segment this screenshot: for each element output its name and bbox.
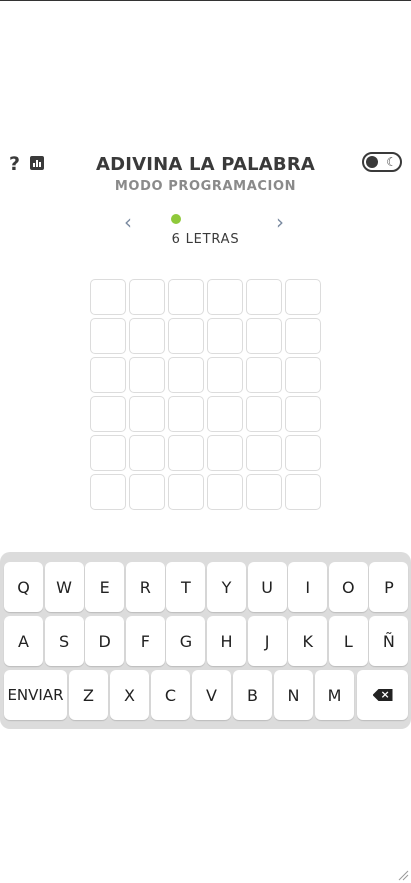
board-tile [90,318,126,354]
word-length-nav: ‹ › 6 LETRAS [0,208,411,248]
key-a[interactable]: A [4,616,43,666]
board-tile [246,396,282,432]
key-p[interactable]: P [369,562,409,612]
game-board [90,279,321,510]
board-tile [207,279,243,315]
key-n[interactable]: N [274,670,313,720]
board-tile [168,318,204,354]
board-tile [129,318,165,354]
theme-toggle[interactable]: ☾ [362,152,402,172]
prev-chevron-icon[interactable]: ‹ [124,210,132,234]
key-q[interactable]: Q [4,562,43,612]
board-tile [168,357,204,393]
board-tile [246,474,282,510]
board-tile [207,435,243,471]
moon-icon: ☾ [386,155,397,169]
backspace-icon: × [372,688,393,701]
key-i[interactable]: I [288,562,328,612]
key-v[interactable]: V [192,670,231,720]
board-tile [90,396,126,432]
board-tile [168,435,204,471]
board-tile [168,279,204,315]
key-h[interactable]: H [207,616,246,666]
key-t[interactable]: T [166,562,206,612]
board-tile [285,318,321,354]
board-tile [129,279,165,315]
key-j[interactable]: J [247,616,287,666]
board-tile [90,435,126,471]
board-tile [129,357,165,393]
keyboard: Q W E R T Y U I O P A S D F G H J K L Ñ ENVIAR Z X C V B N M × [0,552,411,729]
board-tile [129,474,165,510]
board-tile [246,279,282,315]
board-tile [246,318,282,354]
board-tile [207,357,243,393]
board-tile [207,318,243,354]
letters-count-label: 6 LETRAS [171,232,240,247]
key-k[interactable]: K [288,616,328,666]
board-tile [129,396,165,432]
board-tile [246,357,282,393]
resize-handle-icon[interactable] [397,869,409,881]
key-s[interactable]: S [44,616,84,666]
key-o[interactable]: O [328,562,368,612]
board-tile [207,474,243,510]
active-dot [171,214,181,224]
header: ? ADIVINA LA PALABRA MODO PROGRAMACION ☾ [0,150,411,200]
backspace-button[interactable]: × [357,670,408,720]
enviar-button[interactable]: ENVIAR [4,670,67,720]
board-tile [285,474,321,510]
board-tile [207,396,243,432]
board-tile [168,474,204,510]
key-r[interactable]: R [125,562,165,612]
board-tile [168,396,204,432]
board-tile [285,279,321,315]
board-tile [285,357,321,393]
page-subtitle: MODO PROGRAMACION [114,179,297,194]
key-f[interactable]: F [125,616,165,666]
key-d[interactable]: D [85,616,125,666]
board-tile [246,435,282,471]
key-z[interactable]: Z [69,670,108,720]
next-chevron-icon[interactable]: › [276,210,284,234]
key-e[interactable]: E [85,562,125,612]
key-b[interactable]: B [233,670,272,720]
page-title: ADIVINA LA PALABRA [95,154,316,175]
key-w[interactable]: W [44,562,84,612]
key-c[interactable]: C [151,670,190,720]
board-tile [285,435,321,471]
key-m[interactable]: M [315,670,354,720]
key-y[interactable]: Y [207,562,246,612]
toggle-knob [366,156,378,168]
top-border [0,0,411,1]
board-tile [129,435,165,471]
key-x[interactable]: X [110,670,149,720]
board-tile [285,396,321,432]
key-u[interactable]: U [247,562,287,612]
key-l[interactable]: L [328,616,368,666]
board-tile [90,357,126,393]
key-g[interactable]: G [166,616,206,666]
key-ñ[interactable]: Ñ [369,616,409,666]
board-tile [90,279,126,315]
board-tile [90,474,126,510]
